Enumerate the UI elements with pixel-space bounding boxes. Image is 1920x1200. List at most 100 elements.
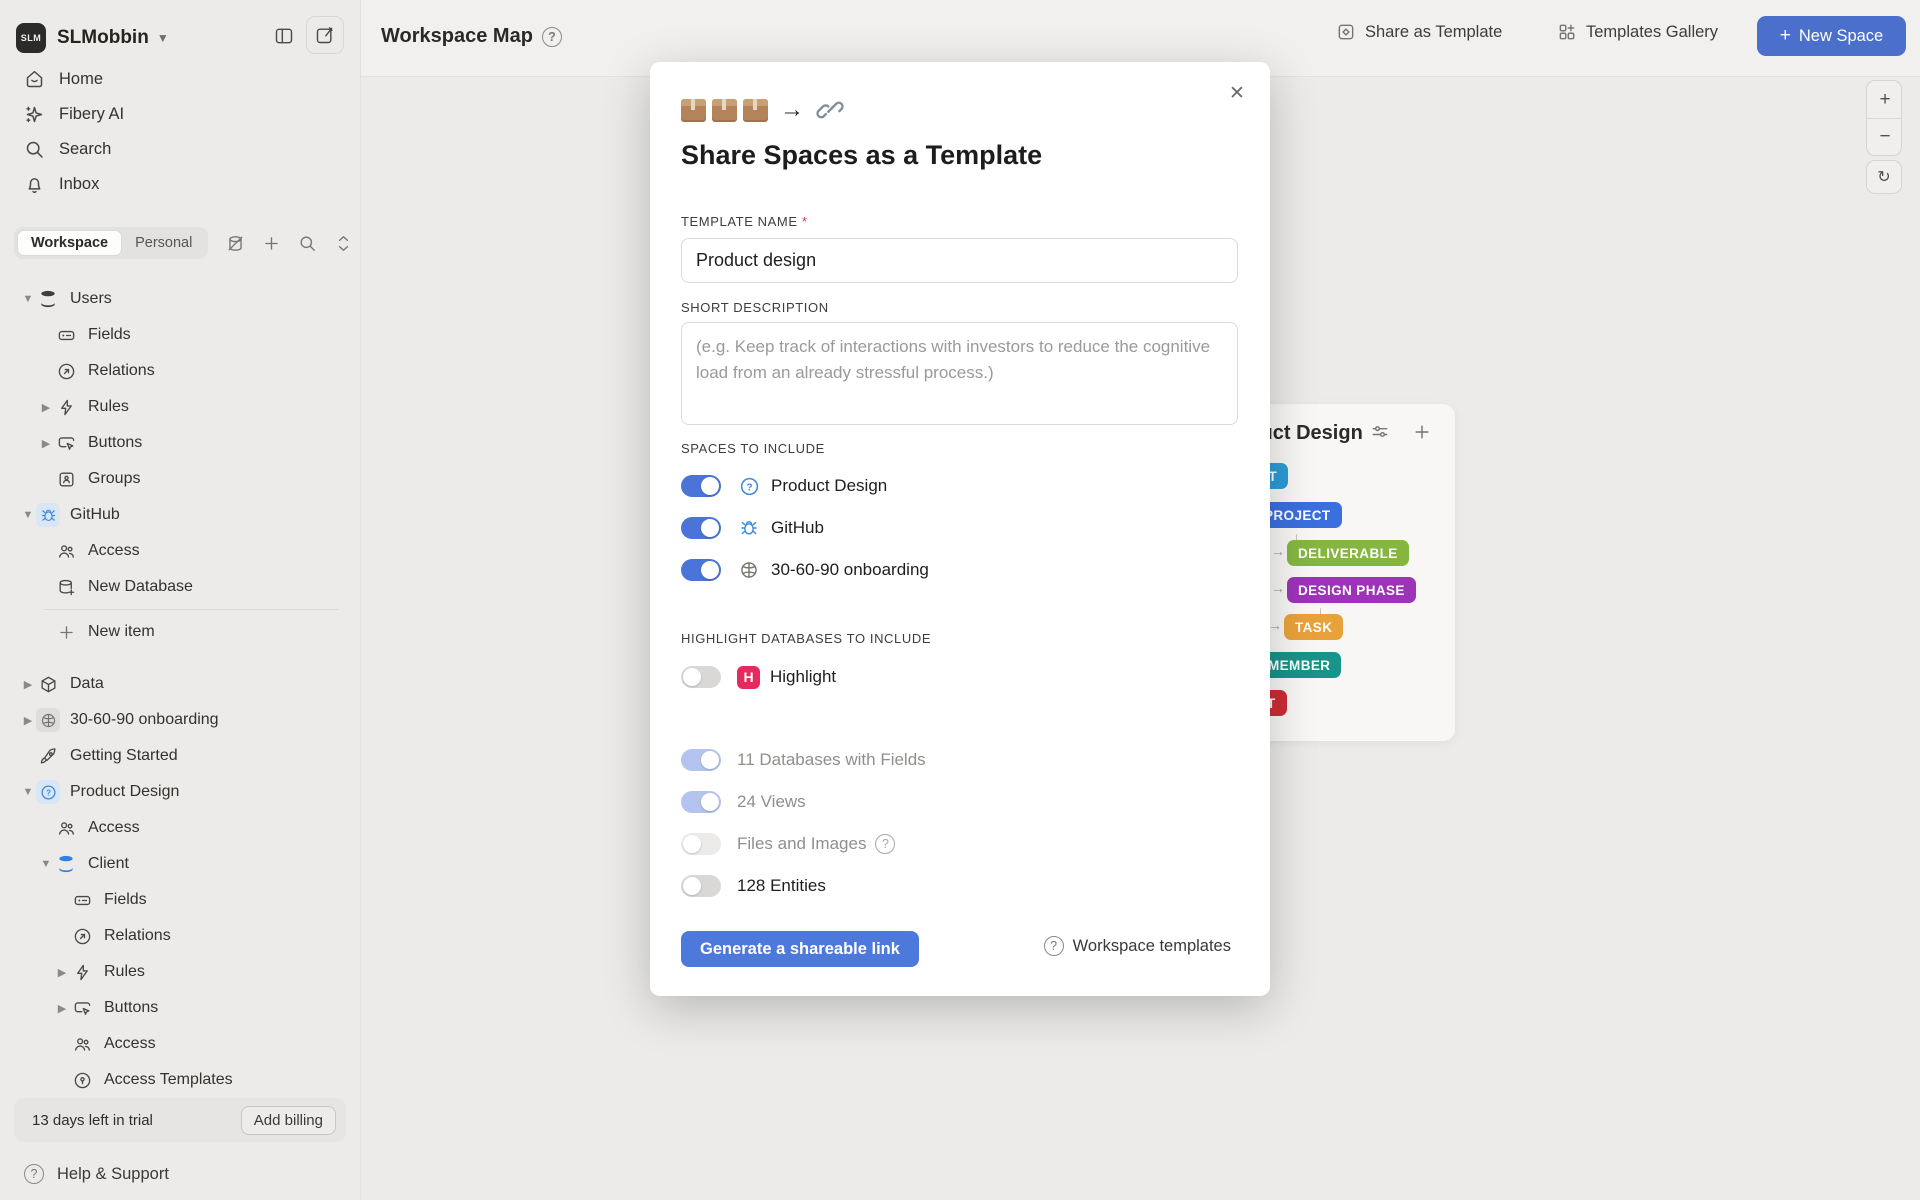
sidebar-item-users[interactable]: ▼ Users xyxy=(0,281,361,317)
sidebar-item-inbox[interactable]: Inbox xyxy=(0,167,361,202)
buttons-icon xyxy=(73,999,92,1018)
tree-label: Buttons xyxy=(88,434,142,452)
package-icon xyxy=(712,99,737,122)
search-icon[interactable] xyxy=(298,234,317,253)
bug-icon xyxy=(40,507,57,524)
sidebar-item-30-60-90-onboarding[interactable]: ▶ 30-60-90 onboarding xyxy=(0,702,361,738)
zoom-out-button[interactable]: − xyxy=(1867,118,1902,155)
sidebar-item-data[interactable]: ▶ Data xyxy=(0,666,361,702)
chevron-down-icon[interactable]: ▼ xyxy=(20,293,36,305)
sidebar-item-access[interactable]: Access xyxy=(0,810,361,846)
sidebar-item-product-design[interactable]: ▼ ? Product Design xyxy=(0,774,361,810)
chevron-down-icon[interactable]: ▼ xyxy=(20,509,36,521)
sidebar-item-fibery-ai[interactable]: Fibery AI xyxy=(0,97,361,132)
generate-shareable-link-button[interactable]: Generate a shareable link xyxy=(681,931,919,967)
question-circle-icon[interactable]: ? xyxy=(542,27,562,47)
sidebar-item-search[interactable]: Search xyxy=(0,132,361,167)
toggle-views xyxy=(681,791,721,813)
sliders-icon[interactable] xyxy=(1370,422,1390,442)
chevron-right-icon[interactable]: ▶ xyxy=(20,714,36,727)
toggle-github[interactable] xyxy=(681,517,721,539)
plus-icon[interactable] xyxy=(262,234,281,253)
database-icon xyxy=(38,289,58,309)
toggle-product-design[interactable] xyxy=(681,475,721,497)
panel-icon xyxy=(274,26,294,46)
db-badge[interactable]: DESIGN PHASE xyxy=(1287,577,1416,603)
chevron-right-icon[interactable]: ▶ xyxy=(20,678,36,691)
chevron-down-icon[interactable]: ▼ xyxy=(157,31,169,45)
sparkle-icon xyxy=(24,104,45,125)
link-icon xyxy=(816,96,844,124)
toggle-sidebar-button[interactable] xyxy=(268,20,300,52)
sidebar-item-client[interactable]: ▼ Client xyxy=(0,846,361,882)
pin-circle-icon xyxy=(73,1071,92,1090)
collapse-all-icon[interactable] xyxy=(334,234,353,253)
tab-workspace[interactable]: Workspace xyxy=(17,230,122,256)
db-badge[interactable]: TASK xyxy=(1284,614,1343,640)
sidebar-item-access[interactable]: Access xyxy=(0,533,361,569)
sidebar-item-github[interactable]: ▼ GitHub xyxy=(0,497,361,533)
reset-view-button[interactable]: ↻ xyxy=(1866,160,1902,194)
toggle-30-60-90-onboarding[interactable] xyxy=(681,559,721,581)
sidebar-item-rules[interactable]: ▶ Rules xyxy=(0,954,361,990)
sidebar-item-access[interactable]: Access xyxy=(0,1026,361,1062)
workspace-logo[interactable]: SLM xyxy=(16,23,46,53)
tree-label: Client xyxy=(88,855,129,873)
sidebar-item-new-item[interactable]: New item xyxy=(0,614,361,650)
database-blue-icon xyxy=(56,854,76,874)
zoom-in-button[interactable]: + xyxy=(1867,81,1902,118)
sidebar-item-relations[interactable]: Relations xyxy=(0,918,361,954)
hide-database-icon[interactable] xyxy=(226,234,245,253)
sidebar-item-buttons[interactable]: ▶ Buttons xyxy=(0,990,361,1026)
templates-gallery-button[interactable]: Templates Gallery xyxy=(1557,22,1718,42)
groups-icon xyxy=(57,470,76,489)
sidebar-item-buttons[interactable]: ▶ Buttons xyxy=(0,425,361,461)
add-billing-button[interactable]: Add billing xyxy=(241,1106,336,1135)
sidebar-item-new-database[interactable]: New Database xyxy=(0,569,361,605)
sidebar-item-fields[interactable]: Fields xyxy=(0,317,361,353)
question-circle-icon[interactable]: ? xyxy=(875,834,895,854)
chevron-right-icon[interactable]: ▶ xyxy=(38,401,54,414)
short-description-input[interactable] xyxy=(681,322,1238,425)
tab-personal[interactable]: Personal xyxy=(122,231,205,255)
chevron-right-icon[interactable]: ▶ xyxy=(38,437,54,450)
compose-button[interactable] xyxy=(306,16,344,54)
chevron-right-icon[interactable]: ▶ xyxy=(54,966,70,979)
people-icon xyxy=(57,542,76,561)
toggle-files-and-images xyxy=(681,833,721,855)
chevron-right-icon[interactable]: ▶ xyxy=(54,1002,70,1015)
sidebar-item-home[interactable]: Home xyxy=(0,62,361,97)
button-label: Templates Gallery xyxy=(1586,23,1718,42)
workspace-templates-link[interactable]: ? Workspace templates xyxy=(1044,936,1231,956)
tree-label: Product Design xyxy=(70,783,179,801)
template-name-input[interactable] xyxy=(681,238,1238,283)
toggle-highlight[interactable] xyxy=(681,666,721,688)
toggle-label: Product Design xyxy=(771,476,887,496)
help-support-link[interactable]: ? Help & Support xyxy=(0,1156,361,1192)
sidebar-item-getting-started[interactable]: Getting Started xyxy=(0,738,361,774)
chevron-down-icon[interactable]: ▼ xyxy=(38,858,54,870)
meta-toggle-row-files: Files and Images ? xyxy=(681,830,895,858)
sidebar-item-groups[interactable]: Groups xyxy=(0,461,361,497)
trial-banner: 13 days left in trial Add billing xyxy=(14,1098,346,1142)
sidebar-item-relations[interactable]: Relations xyxy=(0,353,361,389)
arrow-right-icon: → xyxy=(780,96,804,124)
sidebar-item-access-templates[interactable]: Access Templates xyxy=(0,1062,361,1098)
people-icon xyxy=(57,819,76,838)
arrow-right-icon: → xyxy=(1271,543,1285,559)
sidebar-item-fields[interactable]: Fields xyxy=(0,882,361,918)
nav-label: Search xyxy=(59,140,111,159)
new-space-button[interactable]: + New Space xyxy=(1757,16,1906,56)
db-badge[interactable]: DELIVERABLE xyxy=(1287,540,1409,566)
chevron-down-icon[interactable]: ▼ xyxy=(20,786,36,798)
workspace-name[interactable]: SLMobbin xyxy=(57,27,149,49)
close-icon[interactable]: ✕ xyxy=(1224,80,1250,106)
tree-label: Fields xyxy=(104,891,147,909)
share-spaces-modal: ✕ → Share Spaces as a Template TEMPLATE … xyxy=(650,62,1270,996)
sidebar-item-rules[interactable]: ▶ Rules xyxy=(0,389,361,425)
plus-icon[interactable] xyxy=(1412,422,1432,442)
svg-text:?: ? xyxy=(746,482,752,493)
toggle-entities[interactable] xyxy=(681,875,721,897)
share-as-template-button[interactable]: Share as Template xyxy=(1336,22,1502,42)
meta-toggle-row-views: 24 Views xyxy=(681,788,806,816)
